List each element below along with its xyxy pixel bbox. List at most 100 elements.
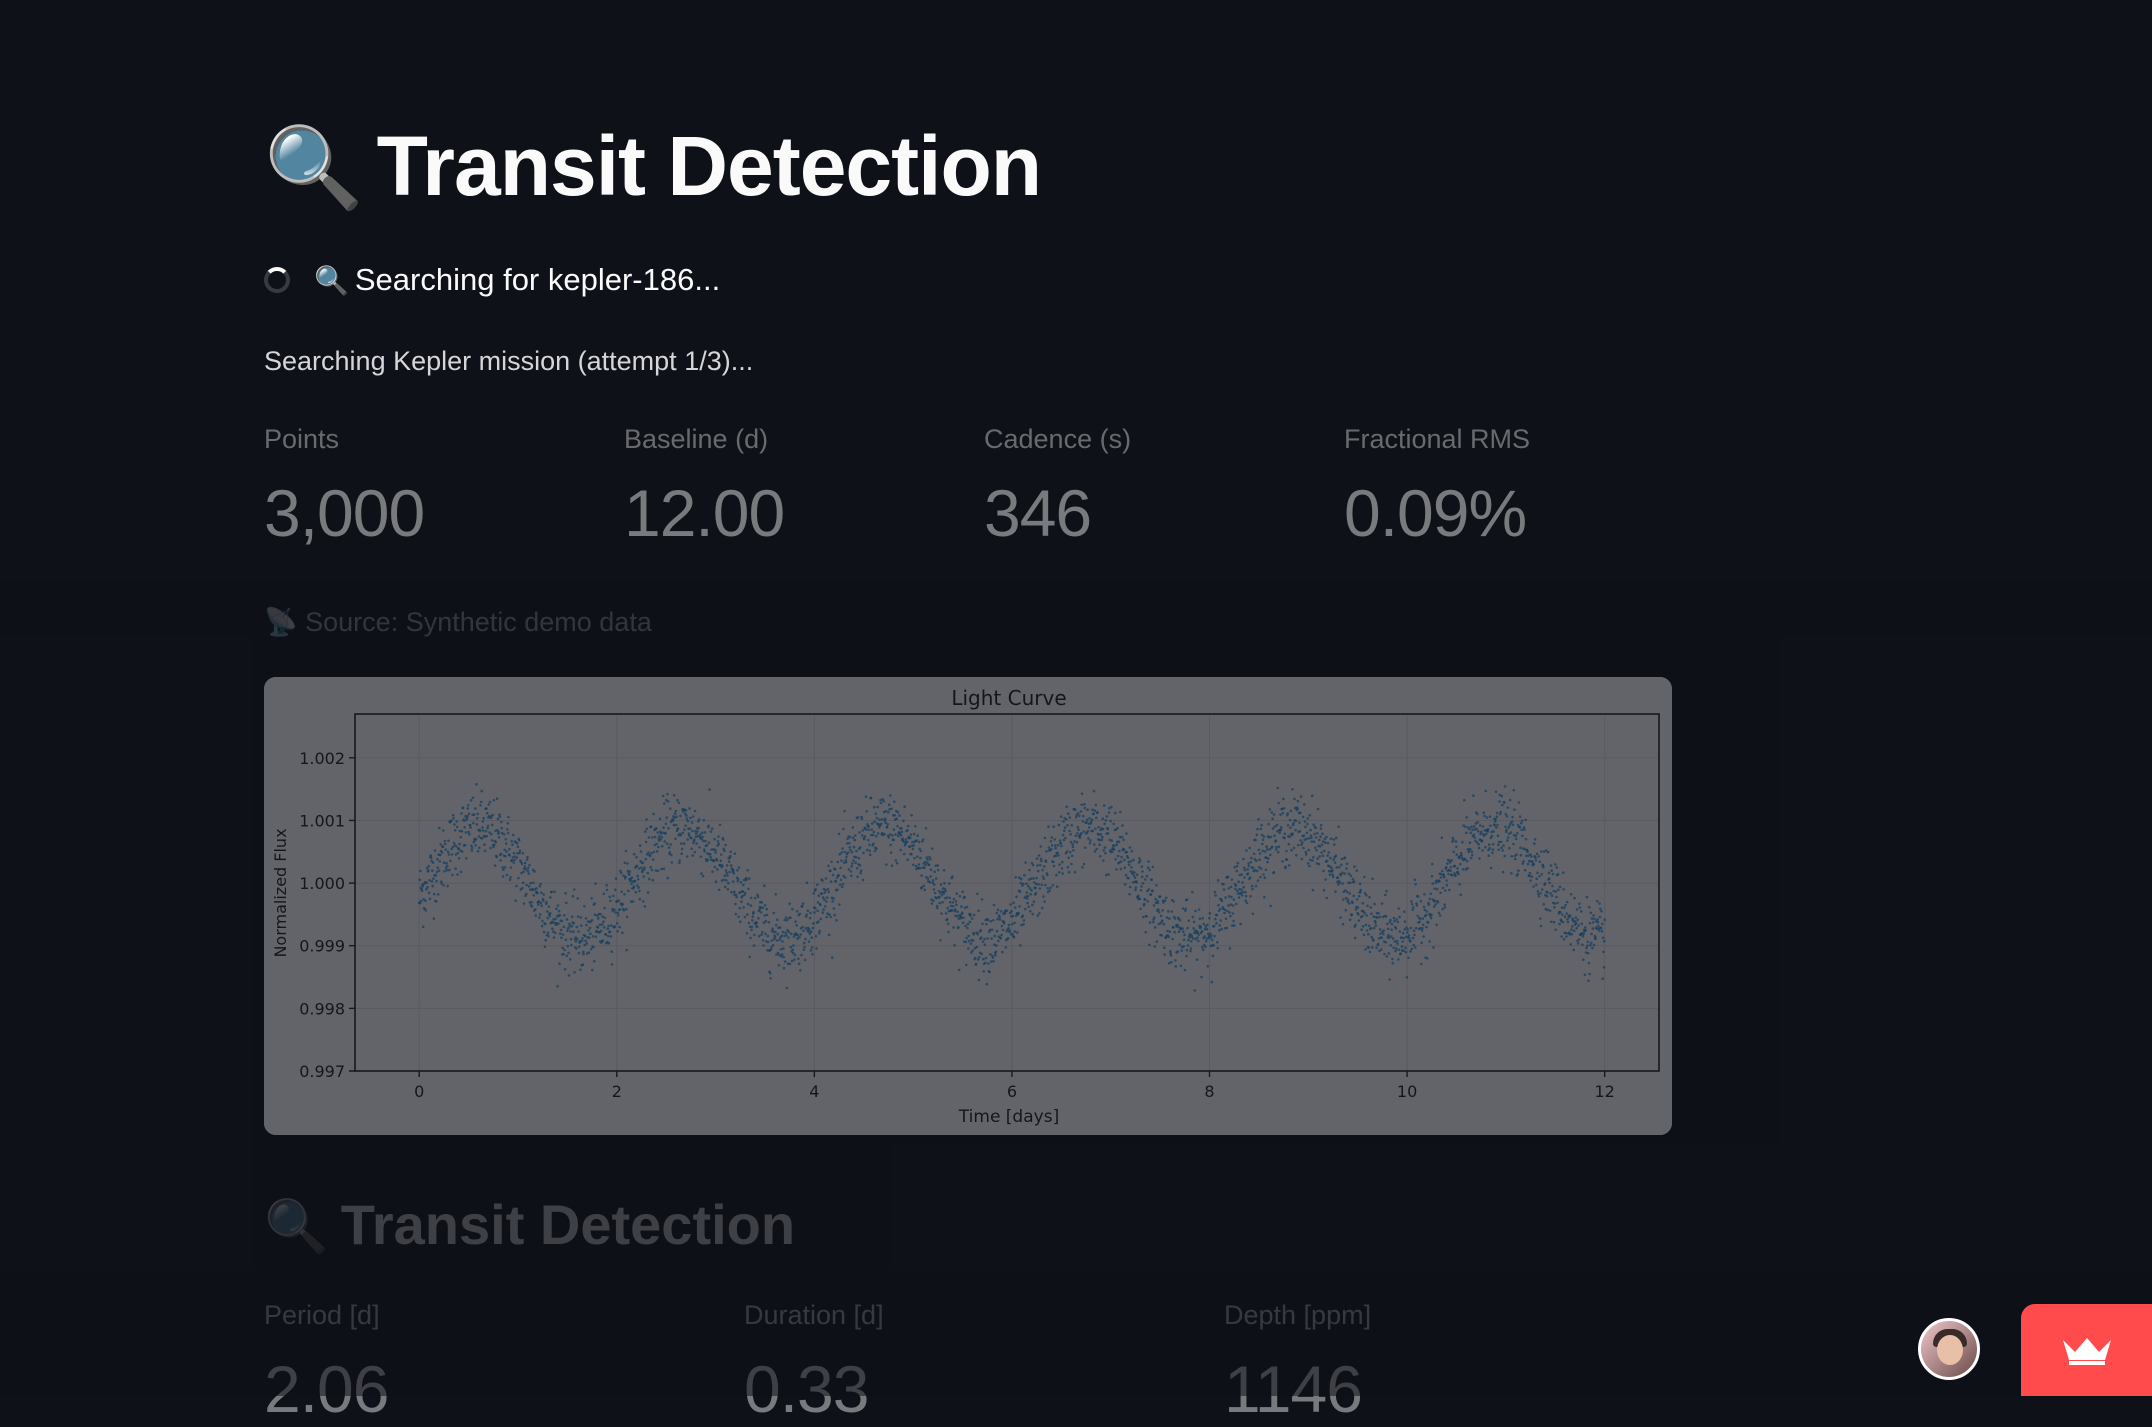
data-point: [942, 869, 946, 872]
data-point: [1087, 826, 1091, 829]
data-point: [1487, 854, 1491, 857]
data-point: [1428, 940, 1431, 943]
data-point: [490, 839, 494, 842]
data-point: [1312, 823, 1315, 826]
data-point: [763, 904, 767, 907]
data-point: [1370, 935, 1374, 939]
data-point: [1540, 888, 1544, 891]
data-point: [920, 874, 923, 877]
data-point: [1592, 914, 1595, 917]
data-point: [1194, 909, 1197, 913]
data-point: [930, 902, 934, 905]
data-point: [1588, 921, 1592, 925]
data-point: [1389, 944, 1393, 947]
data-point: [1535, 883, 1538, 887]
data-point: [544, 938, 547, 942]
streamlit-badge[interactable]: [2021, 1304, 2152, 1396]
data-point: [1127, 877, 1130, 880]
data-point: [1348, 918, 1352, 922]
data-point: [1210, 980, 1214, 984]
data-point: [1169, 954, 1173, 957]
data-point: [793, 958, 796, 961]
data-point: [856, 816, 860, 819]
data-point: [731, 880, 735, 883]
data-point: [1088, 817, 1091, 820]
data-point: [580, 939, 584, 943]
data-point: [936, 906, 939, 910]
data-point: [870, 822, 874, 825]
data-point: [1173, 917, 1177, 920]
data-point: [817, 894, 821, 897]
data-point: [1559, 910, 1562, 914]
data-point: [1050, 836, 1053, 839]
data-point: [1314, 836, 1318, 839]
data-point: [979, 928, 983, 932]
data-point: [761, 939, 765, 942]
data-point: [974, 962, 978, 966]
user-avatar[interactable]: [1918, 1318, 1980, 1380]
data-point: [832, 907, 836, 910]
data-point: [581, 937, 584, 940]
data-point: [1433, 899, 1437, 903]
data-point: [1575, 908, 1579, 911]
data-point: [1338, 881, 1342, 884]
data-point: [1534, 859, 1538, 862]
data-point: [766, 934, 770, 938]
data-point: [1284, 865, 1287, 869]
data-point: [530, 900, 533, 904]
data-point: [577, 930, 580, 933]
data-point: [725, 871, 728, 875]
data-point: [485, 807, 488, 810]
data-point: [1278, 831, 1281, 835]
data-point: [893, 814, 896, 817]
data-point: [1125, 850, 1129, 854]
data-point: [1032, 900, 1036, 903]
data-point: [478, 846, 481, 850]
data-point: [522, 870, 525, 874]
data-point: [1197, 908, 1201, 911]
data-point: [1389, 935, 1393, 938]
data-point: [1322, 869, 1325, 873]
data-point: [645, 827, 649, 831]
data-point: [1317, 862, 1321, 866]
data-point: [810, 930, 813, 933]
data-point: [792, 935, 796, 938]
data-point: [1547, 871, 1551, 875]
data-point: [1542, 903, 1546, 906]
data-point: [752, 910, 755, 914]
data-point: [809, 949, 813, 952]
data-point: [1587, 979, 1590, 982]
data-point: [459, 870, 463, 874]
data-point: [630, 882, 633, 886]
data-point: [1240, 873, 1244, 876]
data-point: [990, 928, 994, 931]
data-point: [969, 914, 972, 917]
data-point: [537, 900, 541, 903]
data-point: [1397, 958, 1400, 961]
data-point: [1339, 873, 1343, 877]
data-point: [648, 877, 651, 881]
data-point: [1590, 917, 1594, 920]
data-point: [789, 916, 792, 920]
data-point: [1376, 916, 1379, 920]
data-point: [899, 848, 902, 852]
data-point: [861, 878, 865, 882]
data-point: [1369, 906, 1372, 909]
data-point: [811, 926, 815, 930]
data-point: [588, 926, 592, 930]
data-point: [1082, 862, 1086, 866]
data-point: [667, 846, 671, 849]
data-point: [1268, 808, 1272, 811]
data-point: [1565, 900, 1569, 904]
data-point: [738, 906, 742, 910]
data-point: [474, 807, 477, 810]
metric-points: Points 3,000: [264, 424, 425, 551]
data-point: [1468, 841, 1472, 844]
data-point: [1514, 834, 1517, 838]
data-point: [460, 812, 463, 815]
data-point: [1258, 858, 1261, 861]
data-point: [1279, 813, 1282, 816]
data-point: [680, 852, 683, 855]
data-point: [1071, 842, 1074, 846]
data-point: [970, 917, 974, 920]
